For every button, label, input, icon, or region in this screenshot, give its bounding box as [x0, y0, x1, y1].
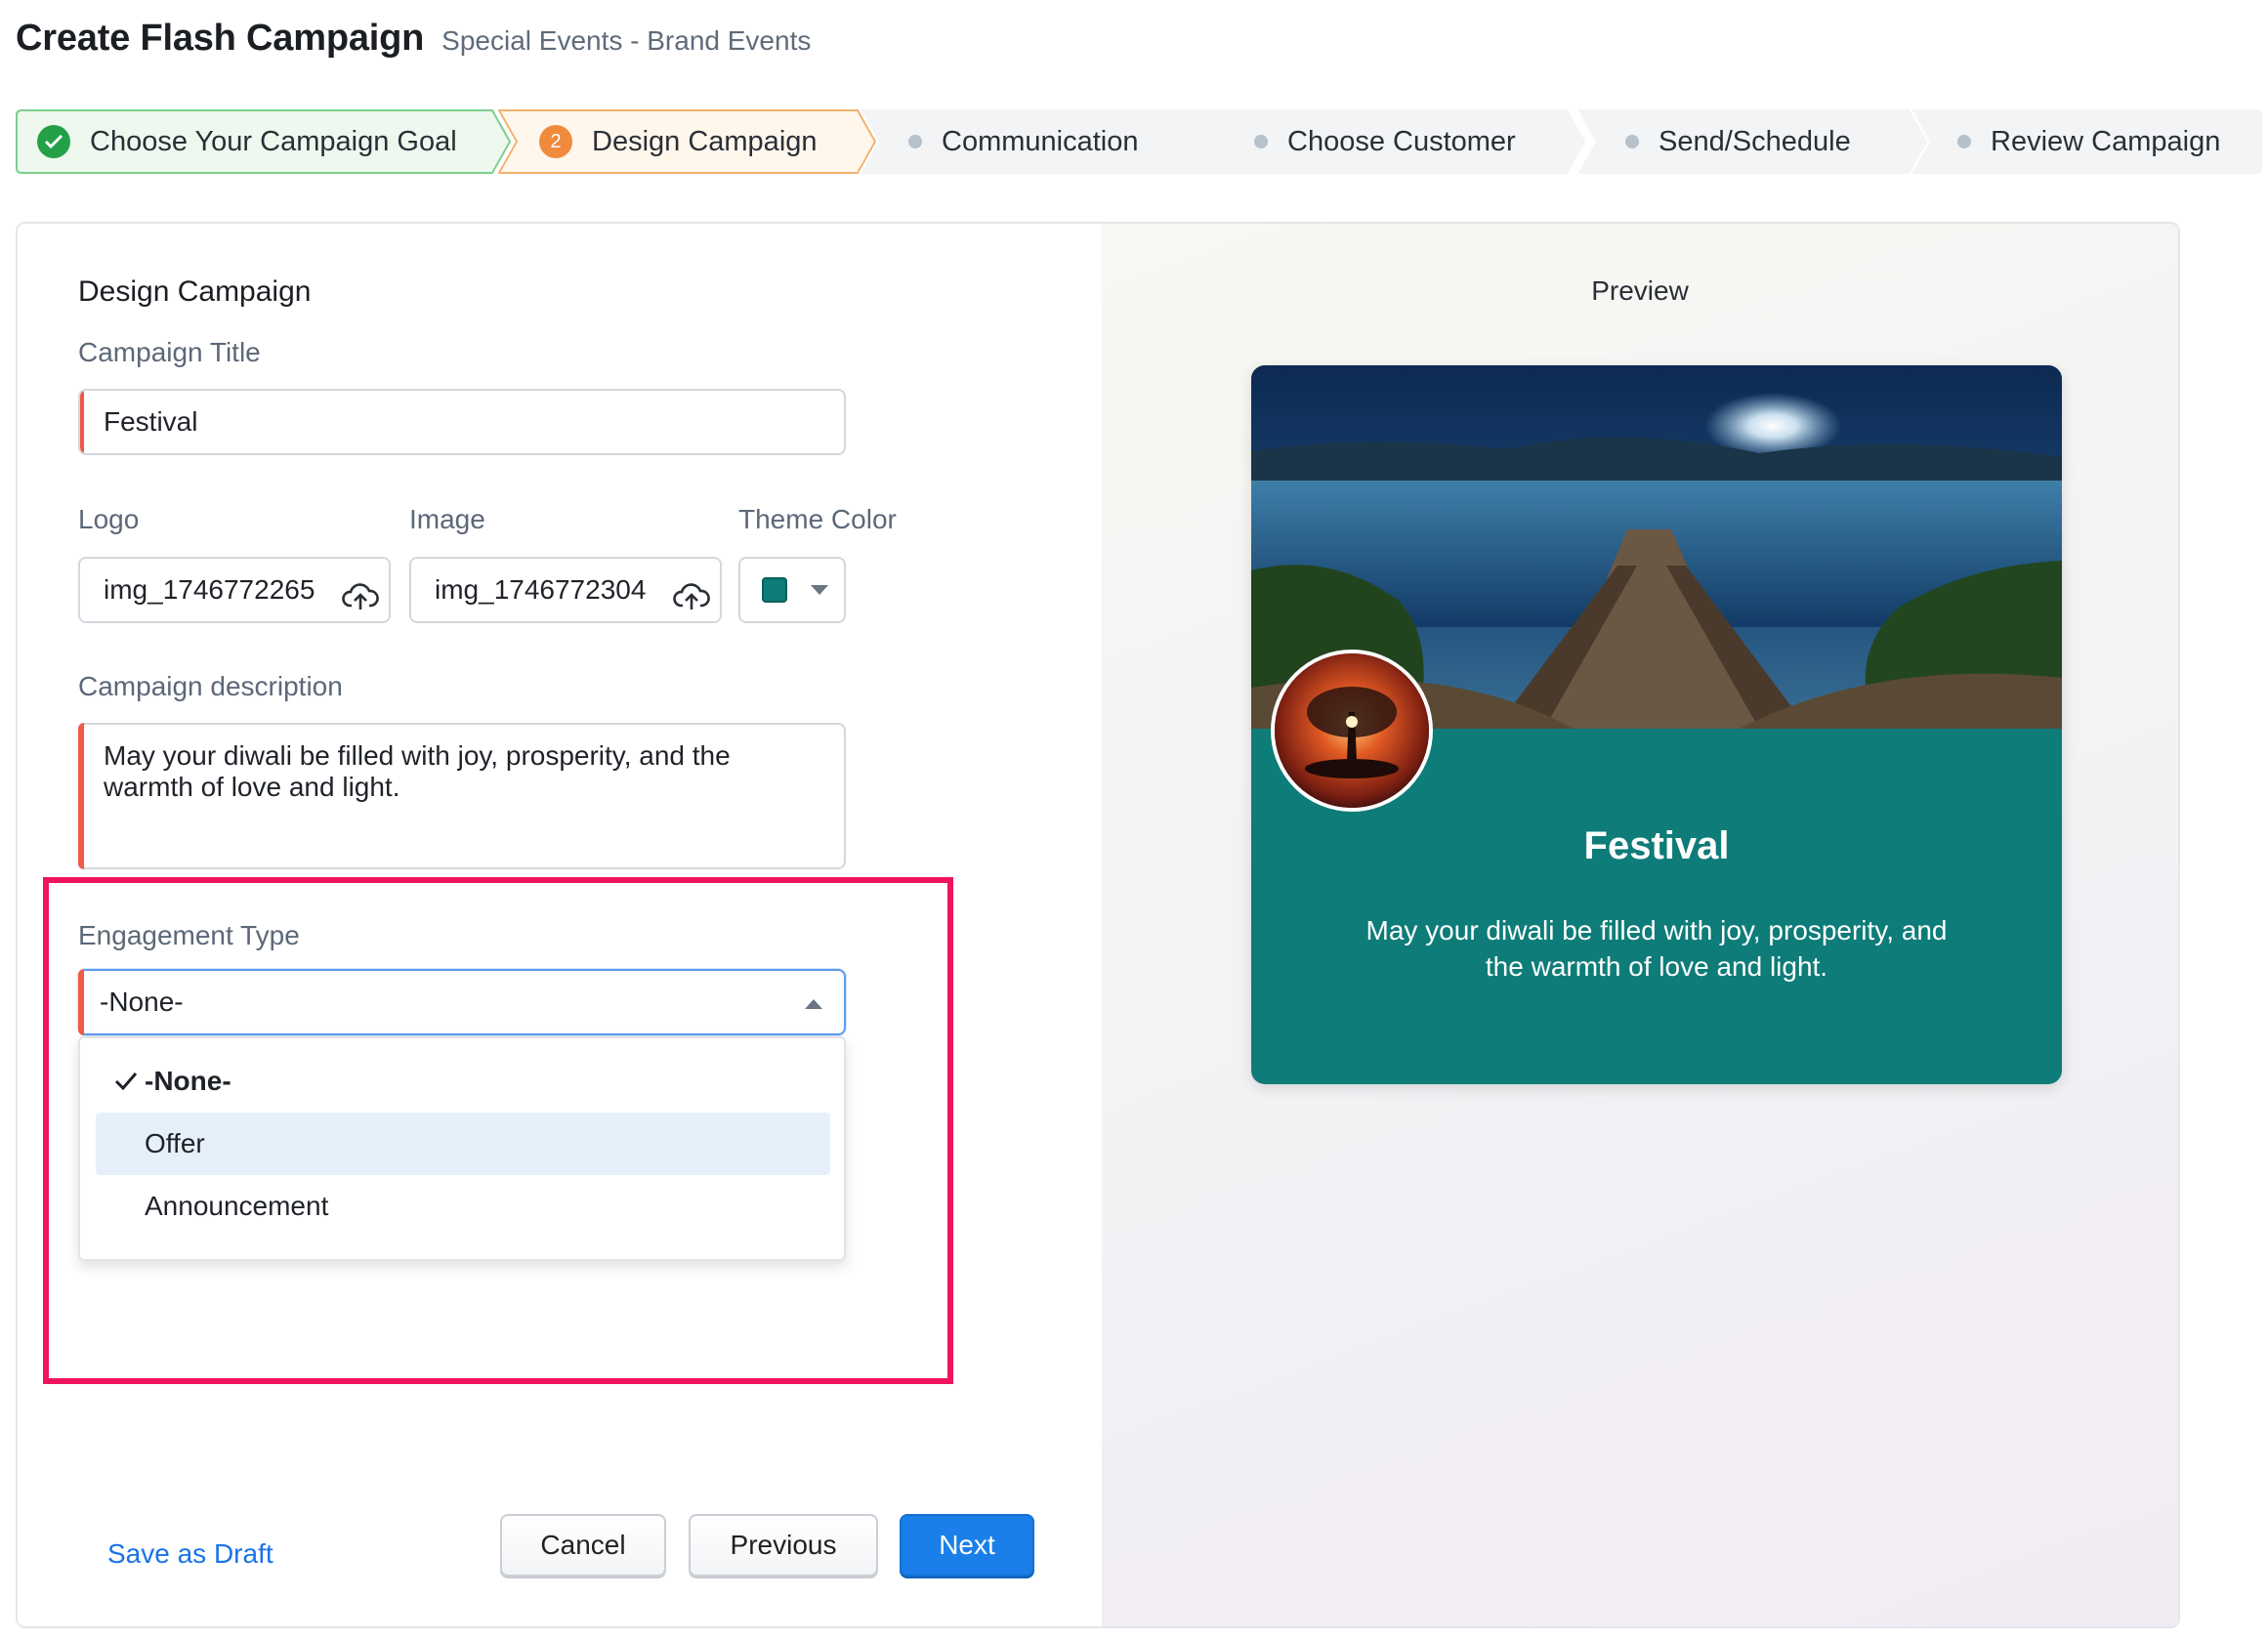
description-label: Campaign description — [78, 671, 343, 701]
theme-color-label: Theme Color — [738, 504, 897, 534]
cloud-upload-icon[interactable] — [669, 582, 710, 611]
theme-color-swatch — [762, 577, 787, 603]
dropdown-option-offer[interactable]: Offer — [96, 1113, 830, 1175]
preview-pane: Preview Festival May your diwali be fill… — [1102, 224, 2178, 1626]
campaign-stepper: Choose Your Campaign Goal 2 Design Campa… — [16, 109, 2262, 174]
dropdown-option-announcement[interactable]: Announcement — [96, 1175, 830, 1238]
step-label: Send/Schedule — [1659, 125, 1851, 157]
theme-color-picker[interactable] — [738, 557, 846, 623]
option-label: -None- — [145, 1066, 231, 1096]
design-campaign-card: Design Campaign Campaign Title Festival … — [16, 222, 2180, 1628]
campaign-title-label: Campaign Title — [78, 337, 261, 367]
logo-upload-field[interactable]: img_1746772265 — [78, 557, 391, 623]
step-dot-icon — [1625, 135, 1639, 148]
step-label: Review Campaign — [1991, 125, 2221, 157]
step-label: Communication — [942, 125, 1139, 157]
engagement-type-select[interactable]: -None- — [78, 969, 846, 1035]
step-send-schedule[interactable]: Send/Schedule — [1578, 109, 1930, 174]
step-label: Choose Your Campaign Goal — [90, 125, 457, 157]
preview-label: Preview — [1591, 275, 1689, 306]
option-label: Offer — [145, 1128, 205, 1158]
step-choose-goal[interactable]: Choose Your Campaign Goal — [16, 109, 514, 174]
campaign-preview-card: Festival May your diwali be filled with … — [1251, 365, 2062, 1084]
dropdown-option-none[interactable]: -None- — [96, 1050, 830, 1113]
cancel-button[interactable]: Cancel — [500, 1514, 666, 1576]
check-icon — [114, 1072, 138, 1091]
image-label: Image — [409, 504, 485, 534]
step-communication[interactable]: Communication — [861, 109, 1229, 174]
logo-avatar — [1271, 650, 1433, 812]
step-dot-icon — [908, 135, 922, 148]
engagement-type-label: Engagement Type — [78, 920, 300, 950]
logo-label: Logo — [78, 504, 140, 534]
chevron-up-icon — [805, 999, 822, 1009]
preview-title: Festival — [1583, 824, 1730, 867]
page-subtitle: Special Events - Brand Events — [441, 25, 812, 56]
step-label: Design Campaign — [592, 125, 818, 157]
preview-description: May your diwali be filled with joy, pros… — [1365, 915, 1948, 982]
form-pane: Design Campaign Campaign Title Festival … — [18, 224, 1102, 1626]
page-title: Create Flash Campaign — [16, 18, 425, 59]
step-dot-icon — [1957, 135, 1971, 148]
cloud-upload-icon[interactable] — [338, 582, 379, 611]
step-label: Choose Customer — [1287, 125, 1516, 157]
logo-filename: img_1746772265 — [104, 574, 315, 605]
next-button[interactable]: Next — [900, 1514, 1034, 1576]
chevron-down-icon — [811, 585, 828, 595]
check-circle-icon — [37, 125, 70, 158]
page-header: Create Flash Campaign Special Events - B… — [16, 18, 811, 66]
step-choose-customer[interactable]: Choose Customer — [1207, 109, 1588, 174]
image-upload-field[interactable]: img_1746772304 — [409, 557, 722, 623]
campaign-description-textarea[interactable]: May your diwali be filled with joy, pros… — [78, 723, 846, 869]
section-title: Design Campaign — [78, 275, 312, 308]
step-dot-icon — [1254, 135, 1268, 148]
step-design-campaign[interactable]: 2 Design Campaign — [498, 109, 879, 174]
step-review-campaign[interactable]: Review Campaign — [1912, 109, 2262, 174]
save-as-draft-link[interactable]: Save as Draft — [107, 1538, 273, 1570]
campaign-title-input[interactable]: Festival — [78, 389, 846, 455]
option-label: Announcement — [145, 1191, 329, 1221]
image-filename: img_1746772304 — [435, 574, 647, 605]
engagement-type-dropdown: -None- Offer Announcement — [78, 1036, 846, 1261]
description-text: May your diwali be filled with joy, pros… — [104, 740, 731, 802]
engagement-type-value: -None- — [100, 987, 184, 1017]
campaign-title-value: Festival — [104, 406, 198, 437]
step-number-badge: 2 — [539, 125, 572, 158]
previous-button[interactable]: Previous — [689, 1514, 878, 1576]
